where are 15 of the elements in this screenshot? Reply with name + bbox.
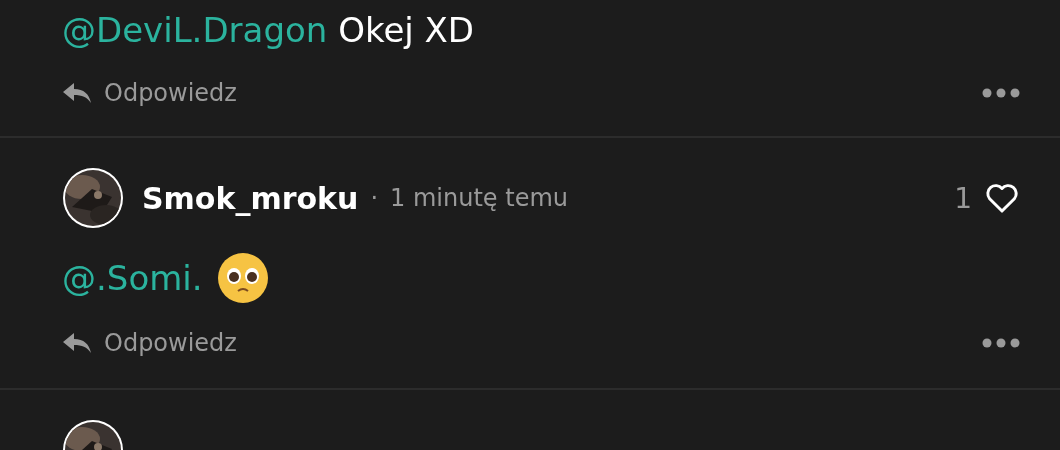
timestamp: 1 minutę temu [390, 184, 568, 212]
mention-link[interactable]: @.Somi. [62, 258, 203, 298]
comment-text: Okej XD [338, 10, 475, 50]
separator-dot: · [370, 184, 379, 212]
like-count: 1 [954, 181, 972, 215]
reply-icon [62, 332, 92, 354]
more-options-icon[interactable] [982, 338, 1020, 348]
username[interactable]: Smok_mroku [142, 180, 359, 216]
heart-icon[interactable] [984, 182, 1020, 214]
reply-icon [62, 82, 92, 104]
mention-link[interactable]: @DeviL.Dragon [62, 10, 328, 50]
reply-button[interactable]: Odpowiedz [62, 329, 237, 357]
reply-button[interactable]: Odpowiedz [62, 79, 237, 107]
more-options-icon[interactable] [982, 88, 1020, 98]
emoji-icon [216, 252, 269, 304]
